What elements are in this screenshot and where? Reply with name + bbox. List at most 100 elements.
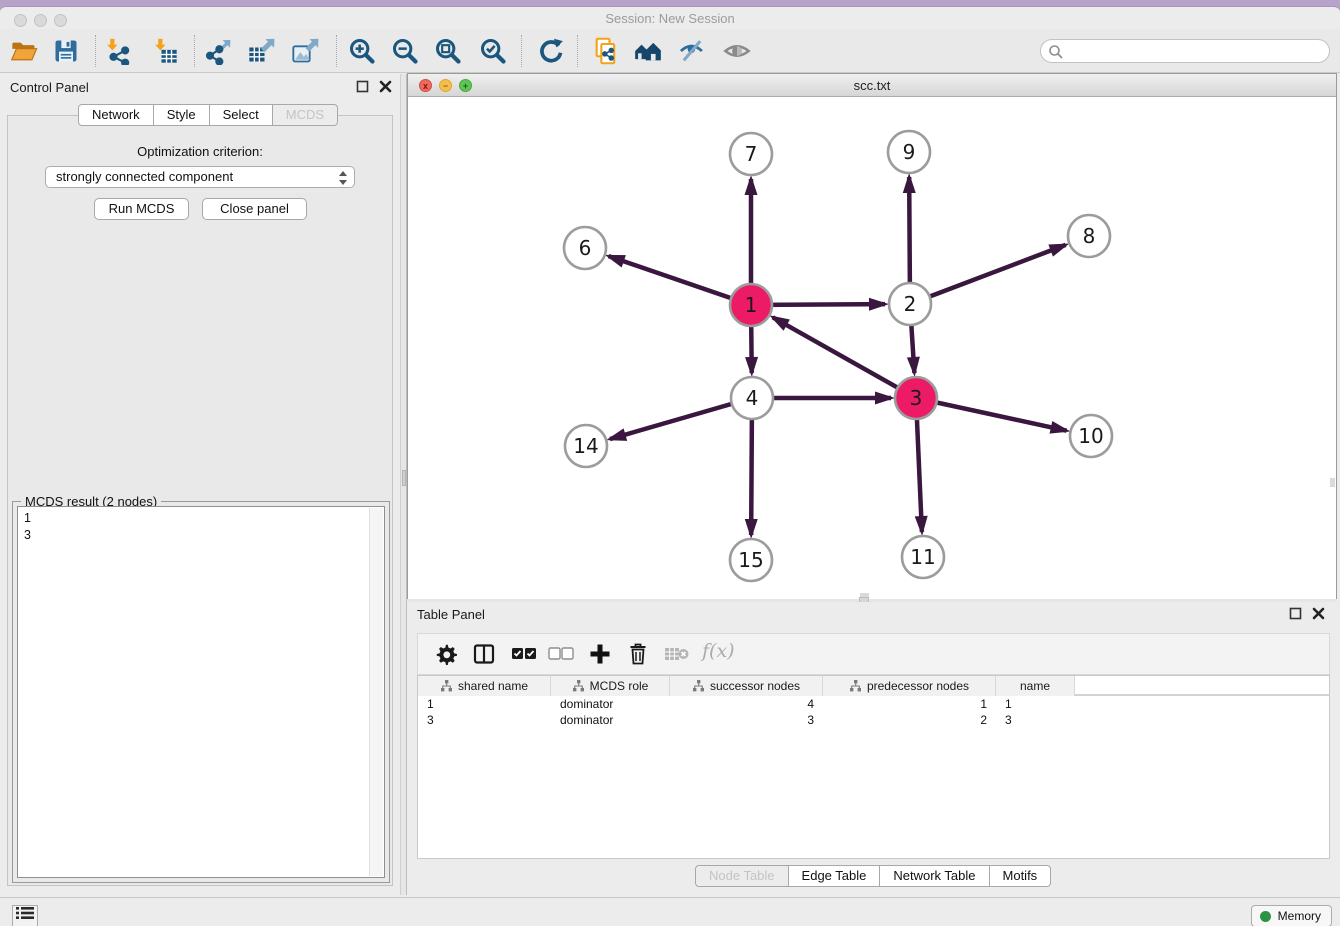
edge-1-to-6[interactable] [609,256,751,305]
add-column-icon[interactable] [588,642,612,671]
control-panel-title: Control Panel [10,80,89,95]
network-window-titlebar[interactable]: x − + scc.txt [408,74,1336,97]
cell-shared-name[interactable]: 3 [418,712,551,728]
column-header-shared-name[interactable]: shared name [418,676,551,696]
close-panel-icon[interactable] [379,80,392,93]
node-label-4: 4 [746,386,759,410]
table-toolbar: f(x) [417,633,1330,675]
export-image-icon[interactable] [291,37,319,65]
memory-status-dot [1260,911,1271,922]
attribute-tree-icon [440,680,453,692]
column-header-predecessor-nodes[interactable]: predecessor nodes [823,676,996,696]
tab-mcds[interactable]: MCDS [273,104,338,126]
node-label-7: 7 [745,142,758,166]
optimization-criterion-select[interactable]: strongly connected component [45,166,355,188]
main-toolbar [0,29,1340,73]
attribute-tree-icon [572,680,585,692]
table-header-row: shared name MCDS role successor nodes prede… [418,676,1329,696]
deselect-all-checkboxes-icon[interactable] [548,647,574,666]
tab-node-table[interactable]: Node Table [695,865,789,887]
tab-select[interactable]: Select [210,104,273,126]
node-label-9: 9 [903,140,916,164]
optimization-criterion-label: Optimization criterion: [0,144,400,159]
edge-2-to-8[interactable] [910,245,1066,304]
refresh-layout-icon[interactable] [536,37,564,65]
column-header-MCDS-role[interactable]: MCDS role [551,676,670,696]
node-label-3: 3 [910,386,923,410]
save-session-icon[interactable] [52,37,80,65]
canvas-scroll-handle-right[interactable] [1330,478,1335,487]
toolbar-separator [194,35,195,67]
column-label: successor nodes [710,679,800,693]
export-network-icon[interactable] [203,37,231,65]
column-label: shared name [458,679,528,693]
tab-network[interactable]: Network [78,104,154,126]
select-stepper-icon [338,170,348,186]
vertical-split-divider[interactable] [400,74,407,895]
mcds-result-textarea[interactable]: 1 3 [17,506,385,878]
tab-style[interactable]: Style [154,104,210,126]
table-row[interactable]: 1dominator411 [418,696,1329,712]
zoom-out-icon[interactable] [391,37,419,65]
node-label-10: 10 [1078,424,1103,448]
float-panel-icon[interactable] [356,80,369,93]
cell-name[interactable]: 3 [996,712,1075,728]
zoom-fit-icon[interactable] [434,37,462,65]
cell-predecessor-nodes[interactable]: 2 [823,712,996,728]
table-panel-title: Table Panel [417,607,485,622]
memory-button[interactable]: Memory [1251,905,1332,926]
node-label-6: 6 [579,236,592,260]
import-network-icon[interactable] [103,37,131,65]
cell-MCDS-role[interactable]: dominator [551,696,670,712]
node-label-11: 11 [910,545,935,569]
show-eye-icon[interactable] [723,37,751,65]
run-mcds-button[interactable]: Run MCDS [94,198,189,220]
toolbar-separator [95,35,96,67]
show-columns-icon[interactable] [472,642,496,671]
delete-column-trash-icon[interactable] [626,642,650,671]
table-options-gear-icon[interactable] [434,642,458,671]
task-history-button[interactable] [12,905,38,926]
mcds-result-groupbox: MCDS result (2 nodes) 1 3 [12,501,390,883]
cell-shared-name[interactable]: 1 [418,696,551,712]
application: Session: New Session [0,0,1340,926]
divider-grip[interactable] [402,470,406,486]
function-builder-icon[interactable]: f(x) [702,640,735,662]
search-icon [1048,44,1064,60]
close-panel-button[interactable]: Close panel [202,198,307,220]
cell-successor-nodes[interactable]: 3 [670,712,823,728]
zoom-selected-icon[interactable] [479,37,507,65]
import-table-icon[interactable] [151,37,179,65]
edge-3-to-1[interactable] [773,317,916,398]
network-graph[interactable]: 7968124314101511 [408,97,1336,599]
result-scrollbar[interactable] [369,508,383,876]
select-all-checkboxes-icon[interactable] [511,647,537,666]
zoom-in-icon[interactable] [348,37,376,65]
attribute-tree-icon [692,680,705,692]
go-home-icon[interactable] [634,37,662,65]
edge-3-to-10[interactable] [916,398,1067,431]
toolbar-separator [521,35,522,67]
open-session-icon[interactable] [10,37,38,65]
close-table-panel-icon[interactable] [1312,607,1325,620]
export-table-icon[interactable] [247,37,275,65]
hide-panel-eye-icon[interactable] [678,37,706,65]
cell-MCDS-role[interactable]: dominator [551,712,670,728]
column-header-name[interactable]: name [996,676,1075,696]
cell-name[interactable]: 1 [996,696,1075,712]
search-input[interactable] [1040,39,1330,63]
attribute-tree-icon [849,680,862,692]
copy-network-icon[interactable] [592,37,620,65]
node-label-15: 15 [738,548,763,572]
cell-successor-nodes[interactable]: 4 [670,696,823,712]
delete-table-icon[interactable] [664,646,690,667]
tab-motifs[interactable]: Motifs [990,865,1052,887]
float-table-panel-icon[interactable] [1289,607,1302,620]
tab-network-table[interactable]: Network Table [880,865,989,887]
node-table[interactable]: shared name MCDS role successor nodes prede… [417,675,1330,859]
table-row[interactable]: 3dominator323 [418,712,1329,728]
tab-edge-table[interactable]: Edge Table [789,865,881,887]
column-header-successor-nodes[interactable]: successor nodes [670,676,823,696]
network-canvas[interactable]: 7968124314101511 [408,97,1336,599]
cell-predecessor-nodes[interactable]: 1 [823,696,996,712]
